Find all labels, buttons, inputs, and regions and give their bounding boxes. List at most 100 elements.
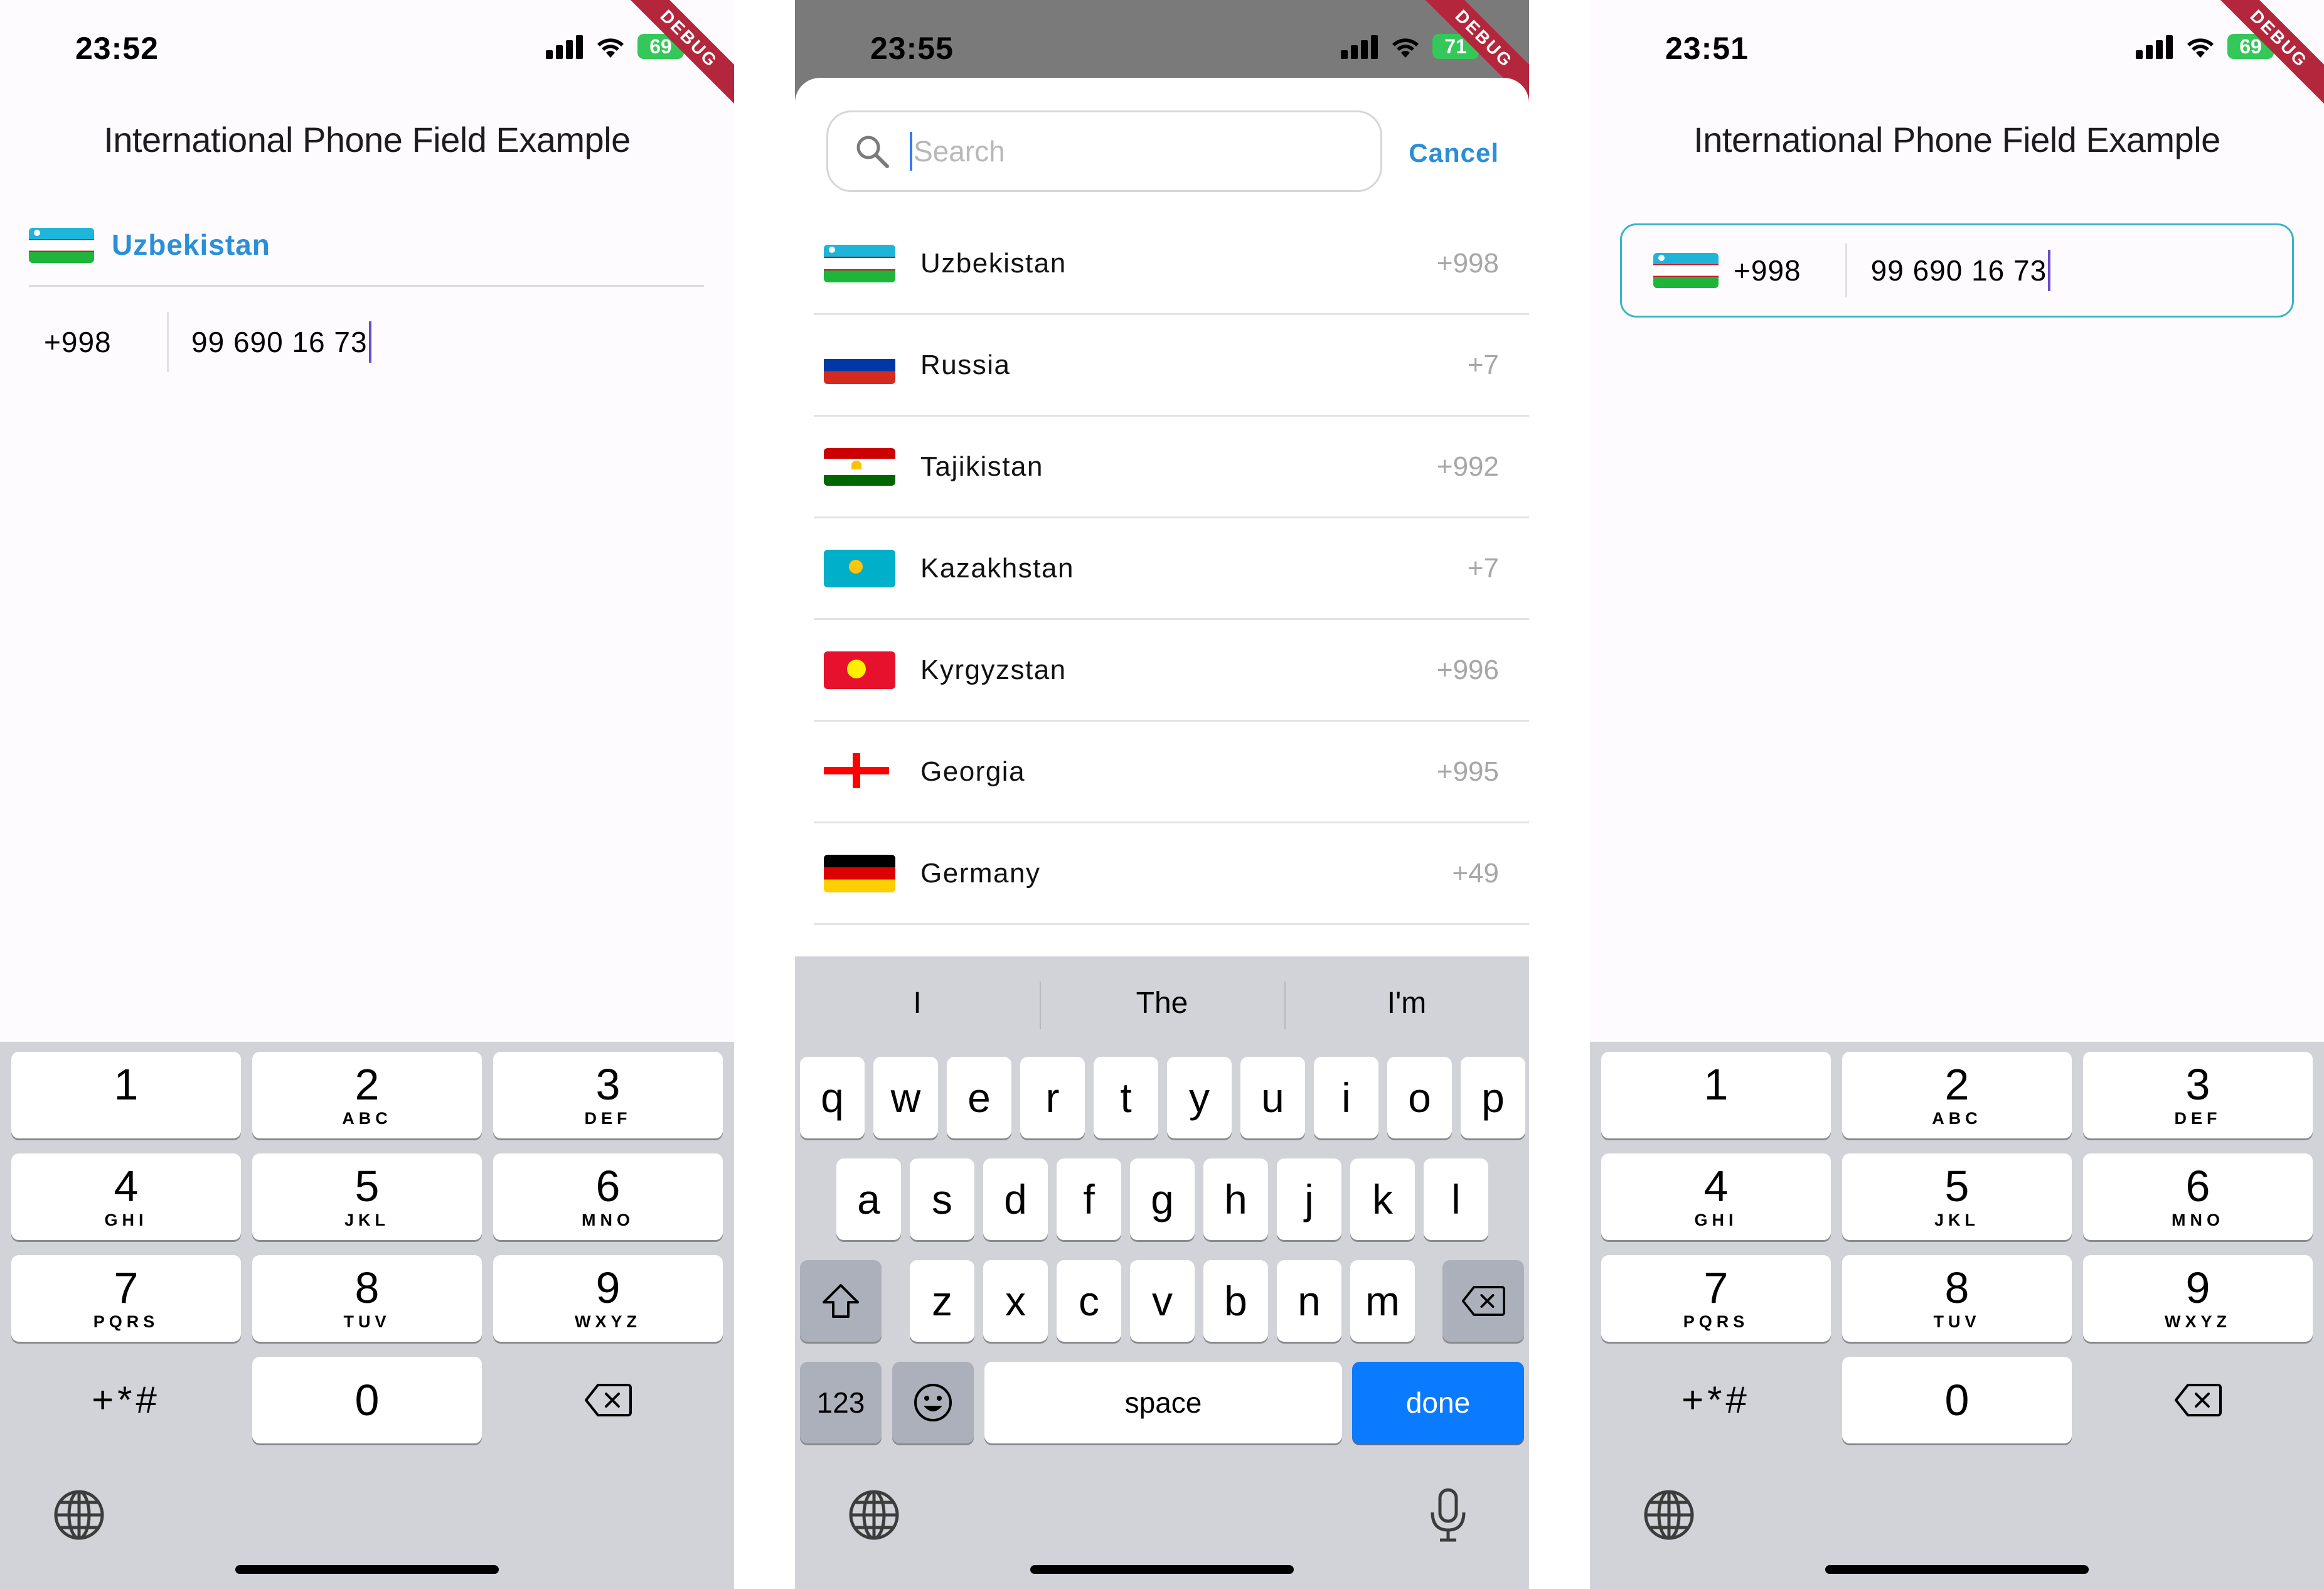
country-item-russia[interactable]: Russia +7 [814, 315, 1529, 417]
dial-code[interactable]: +998 [29, 325, 167, 359]
key-i[interactable]: i [1314, 1057, 1378, 1138]
key-x[interactable]: x [983, 1260, 1048, 1342]
globe-icon[interactable] [848, 1489, 900, 1541]
key-m[interactable]: m [1350, 1260, 1415, 1342]
dial-code[interactable]: +998 [1734, 254, 1801, 287]
globe-icon[interactable] [1643, 1489, 1695, 1541]
kazakhstan-flag-icon [824, 549, 895, 587]
alpha-keyboard: I The I'm q w e r t y u i o p a s d f g … [795, 956, 1529, 1589]
key-u[interactable]: u [1240, 1057, 1305, 1138]
delete-key[interactable] [1442, 1260, 1524, 1342]
shift-key[interactable] [800, 1260, 882, 1342]
key-d[interactable]: d [983, 1158, 1048, 1240]
status-bar: 23:52 69 [0, 0, 734, 82]
suggestion-item[interactable]: I'm [1284, 956, 1529, 1051]
key-digit: 5 [354, 1161, 380, 1211]
key-a[interactable]: a [836, 1158, 901, 1240]
key-l[interactable]: l [1424, 1158, 1488, 1240]
key-letters: JKL [1934, 1210, 1980, 1229]
uzbekistan-flag-icon[interactable] [1653, 253, 1719, 288]
key-9[interactable]: 9 WXYZ [493, 1255, 723, 1342]
country-item-kyrgyzstan[interactable]: Kyrgyzstan +996 [814, 620, 1529, 722]
key-5[interactable]: 5 JKL [1842, 1153, 2072, 1240]
key-4[interactable]: 4 GHI [11, 1153, 241, 1240]
key-t[interactable]: t [1094, 1057, 1158, 1138]
country-item-uzbekistan[interactable]: Uzbekistan +998 [814, 213, 1529, 315]
key-symbols: +*# [1682, 1379, 1751, 1421]
country-item-georgia[interactable]: Georgia +995 [814, 722, 1529, 823]
symbols-key[interactable]: +*# [11, 1357, 241, 1443]
key-8[interactable]: 8 TUV [252, 1255, 482, 1342]
delete-key[interactable] [2083, 1357, 2313, 1443]
country-item-kazakhstan[interactable]: Kazakhstan +7 [814, 518, 1529, 620]
key-2[interactable]: 2 ABC [252, 1052, 482, 1138]
key-p[interactable]: p [1461, 1057, 1525, 1138]
key-3[interactable]: 3 DEF [2083, 1052, 2313, 1138]
key-h[interactable]: h [1203, 1158, 1268, 1240]
selected-country-name[interactable]: Uzbekistan [112, 223, 270, 267]
key-9[interactable]: 9 WXYZ [2083, 1255, 2313, 1342]
key-b[interactable]: b [1203, 1260, 1268, 1342]
key-6[interactable]: 6 MNO [493, 1153, 723, 1240]
suggestion-item[interactable]: The [1040, 956, 1284, 1051]
key-8[interactable]: 8 TUV [1842, 1255, 2072, 1342]
delete-key[interactable] [493, 1357, 723, 1443]
backspace-icon [1461, 1286, 1505, 1316]
key-z[interactable]: z [910, 1260, 974, 1342]
suggestion-item[interactable]: I [795, 956, 1040, 1051]
space-key[interactable]: space [984, 1362, 1342, 1443]
key-6[interactable]: 6 MNO [2083, 1153, 2313, 1240]
key-digit: 9 [2185, 1263, 2210, 1312]
key-v[interactable]: v [1130, 1260, 1195, 1342]
text-caret [2048, 250, 2051, 291]
key-7[interactable]: 7 PQRS [1601, 1255, 1831, 1342]
key-q[interactable]: q [800, 1057, 865, 1138]
country-item-tajikistan[interactable]: Tajikistan +992 [814, 417, 1529, 518]
key-k[interactable]: k [1350, 1158, 1415, 1240]
key-c[interactable]: c [1057, 1260, 1121, 1342]
cancel-button[interactable]: Cancel [1409, 138, 1499, 168]
phone-number-value: 99 690 16 73 [191, 326, 368, 358]
microphone-icon[interactable] [1426, 1487, 1470, 1544]
key-o[interactable]: o [1387, 1057, 1452, 1138]
key-j[interactable]: j [1277, 1158, 1341, 1240]
key-s[interactable]: s [910, 1158, 974, 1240]
key-digit: 6 [595, 1161, 621, 1211]
key-1[interactable]: 1 [1601, 1052, 1831, 1138]
key-2[interactable]: 2 ABC [1842, 1052, 2072, 1138]
key-g[interactable]: g [1130, 1158, 1195, 1240]
globe-icon[interactable] [53, 1489, 105, 1541]
country-selector[interactable]: Uzbekistan [29, 223, 704, 287]
phone-field-outlined[interactable]: +998 99 690 16 73 [1620, 223, 2294, 318]
done-key[interactable]: done [1352, 1362, 1524, 1443]
search-field[interactable]: Search [826, 110, 1382, 192]
status-time: 23:52 [75, 31, 159, 66]
key-3[interactable]: 3 DEF [493, 1052, 723, 1138]
numbers-key[interactable]: 123 [800, 1362, 882, 1443]
key-0[interactable]: 0 [1842, 1357, 2072, 1443]
key-e[interactable]: e [947, 1057, 1011, 1138]
russia-flag-icon [824, 346, 895, 384]
key-0[interactable]: 0 [252, 1357, 482, 1443]
key-y[interactable]: y [1167, 1057, 1232, 1138]
phone-field[interactable]: +998 99 690 16 73 [29, 308, 704, 377]
search-input[interactable]: Search [910, 132, 1005, 171]
key-digit: 1 [114, 1059, 139, 1109]
phone-number-input[interactable]: 99 690 16 73 [191, 321, 371, 363]
key-w[interactable]: w [873, 1057, 938, 1138]
wifi-icon [597, 38, 624, 58]
wifi-icon [1392, 38, 1419, 58]
key-4[interactable]: 4 GHI [1601, 1153, 1831, 1240]
tajikistan-flag-icon [824, 447, 895, 486]
key-1[interactable]: 1 [11, 1052, 241, 1138]
phone-number-input[interactable]: 99 690 16 73 [1871, 250, 2051, 291]
emoji-icon [914, 1384, 952, 1421]
symbols-key[interactable]: +*# [1601, 1357, 1831, 1443]
emoji-key[interactable] [892, 1362, 974, 1443]
key-7[interactable]: 7 PQRS [11, 1255, 241, 1342]
key-f[interactable]: f [1057, 1158, 1121, 1240]
key-5[interactable]: 5 JKL [252, 1153, 482, 1240]
key-r[interactable]: r [1020, 1057, 1085, 1138]
key-n[interactable]: n [1277, 1260, 1341, 1342]
country-item-germany[interactable]: Germany +49 [814, 823, 1529, 925]
